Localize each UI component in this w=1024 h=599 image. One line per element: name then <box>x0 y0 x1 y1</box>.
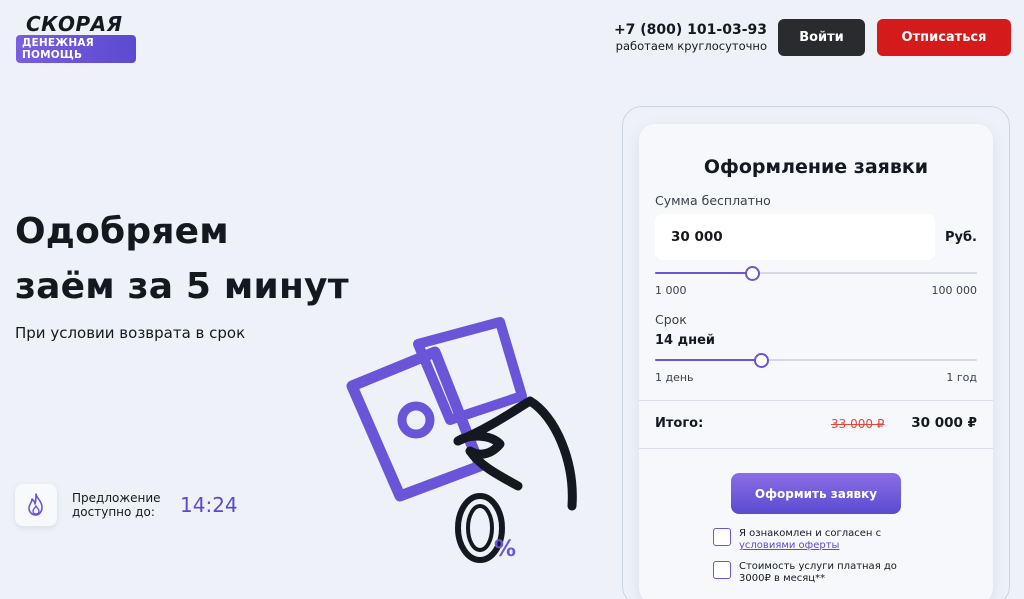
logo[interactable]: СКОРАЯ ДЕНЕЖНАЯ ПОМОЩЬ <box>16 14 136 63</box>
sum-slider-thumb[interactable] <box>745 266 760 281</box>
cost-text: Стоимость услуги платная до 3000₽ в меся… <box>739 561 897 584</box>
hero-title: Одобряем заём за 5 минут <box>15 204 475 314</box>
term-label: Срок <box>655 312 687 327</box>
working-hours: работаем круглосуточно <box>615 39 767 53</box>
term-range-labels: 1 день 1 год <box>655 371 977 384</box>
term-min: 1 день <box>655 371 694 384</box>
total-new-price: 30 000 ₽ <box>911 415 977 431</box>
sum-min: 1 000 <box>655 284 687 297</box>
logo-title: СКОРАЯ <box>26 12 123 36</box>
offer-label-line1: Предложение <box>72 491 161 505</box>
application-form: Оформление заявки Сумма бесплатно Руб. 1… <box>639 124 993 599</box>
hero-subtitle: При условии возврата в срок <box>15 324 246 342</box>
divider <box>639 448 993 449</box>
term-slider-fill <box>655 359 761 361</box>
logo-subtitle: ДЕНЕЖНАЯ ПОМОЩЬ <box>16 35 136 63</box>
phone-number[interactable]: +7 (800) 101-03-93 <box>614 22 767 39</box>
offer-label-line2: доступно до: <box>72 505 155 519</box>
term-slider-thumb[interactable] <box>754 353 769 368</box>
sum-slider-fill <box>655 272 752 274</box>
divider <box>639 400 993 401</box>
total-old-price: 33 000 ₽ <box>831 417 885 431</box>
sum-label: Сумма бесплатно <box>655 193 771 208</box>
term-max: 1 год <box>946 371 977 384</box>
contact-block: +7 (800) 101-03-93 работаем круглосуточн… <box>614 22 767 53</box>
money-hand-illustration: % <box>346 317 577 563</box>
cost-checkbox[interactable] <box>713 561 731 579</box>
total-label: Итого: <box>655 416 704 431</box>
sum-max: 100 000 <box>931 284 978 297</box>
offer-label: Предложение доступно до: <box>72 491 172 519</box>
hero-title-line1: Одобряем <box>15 211 229 252</box>
sum-range-labels: 1 000 100 000 <box>655 284 977 297</box>
agree-checkbox[interactable] <box>713 528 731 546</box>
offer-timer: Предложение доступно до: 14:24 <box>15 484 238 526</box>
agree-text: Я ознакомлен и согласен с условиями офер… <box>739 528 909 552</box>
cost-row: Стоимость услуги платная до 3000₽ в меся… <box>713 561 909 585</box>
form-title: Оформление заявки <box>703 156 929 178</box>
hero-title-line2: заём за 5 минут <box>15 266 349 307</box>
fire-icon <box>15 484 57 526</box>
unsubscribe-button[interactable]: Отписаться <box>877 19 1011 56</box>
agree-label: Я ознакомлен и согласен с <box>739 528 882 539</box>
term-value: 14 дней <box>655 333 716 348</box>
currency-label: Руб. <box>944 230 977 245</box>
agree-row: Я ознакомлен и согласен с условиями офер… <box>713 528 909 552</box>
svg-text:%: % <box>494 537 516 562</box>
sum-slider[interactable] <box>655 266 977 281</box>
offer-time: 14:24 <box>180 493 238 517</box>
login-button[interactable]: Войти <box>778 19 865 56</box>
submit-application-button[interactable]: Оформить заявку <box>731 473 901 514</box>
offer-terms-link[interactable]: условиями оферты <box>739 540 839 551</box>
term-slider[interactable] <box>655 353 977 368</box>
sum-input[interactable] <box>655 214 935 260</box>
